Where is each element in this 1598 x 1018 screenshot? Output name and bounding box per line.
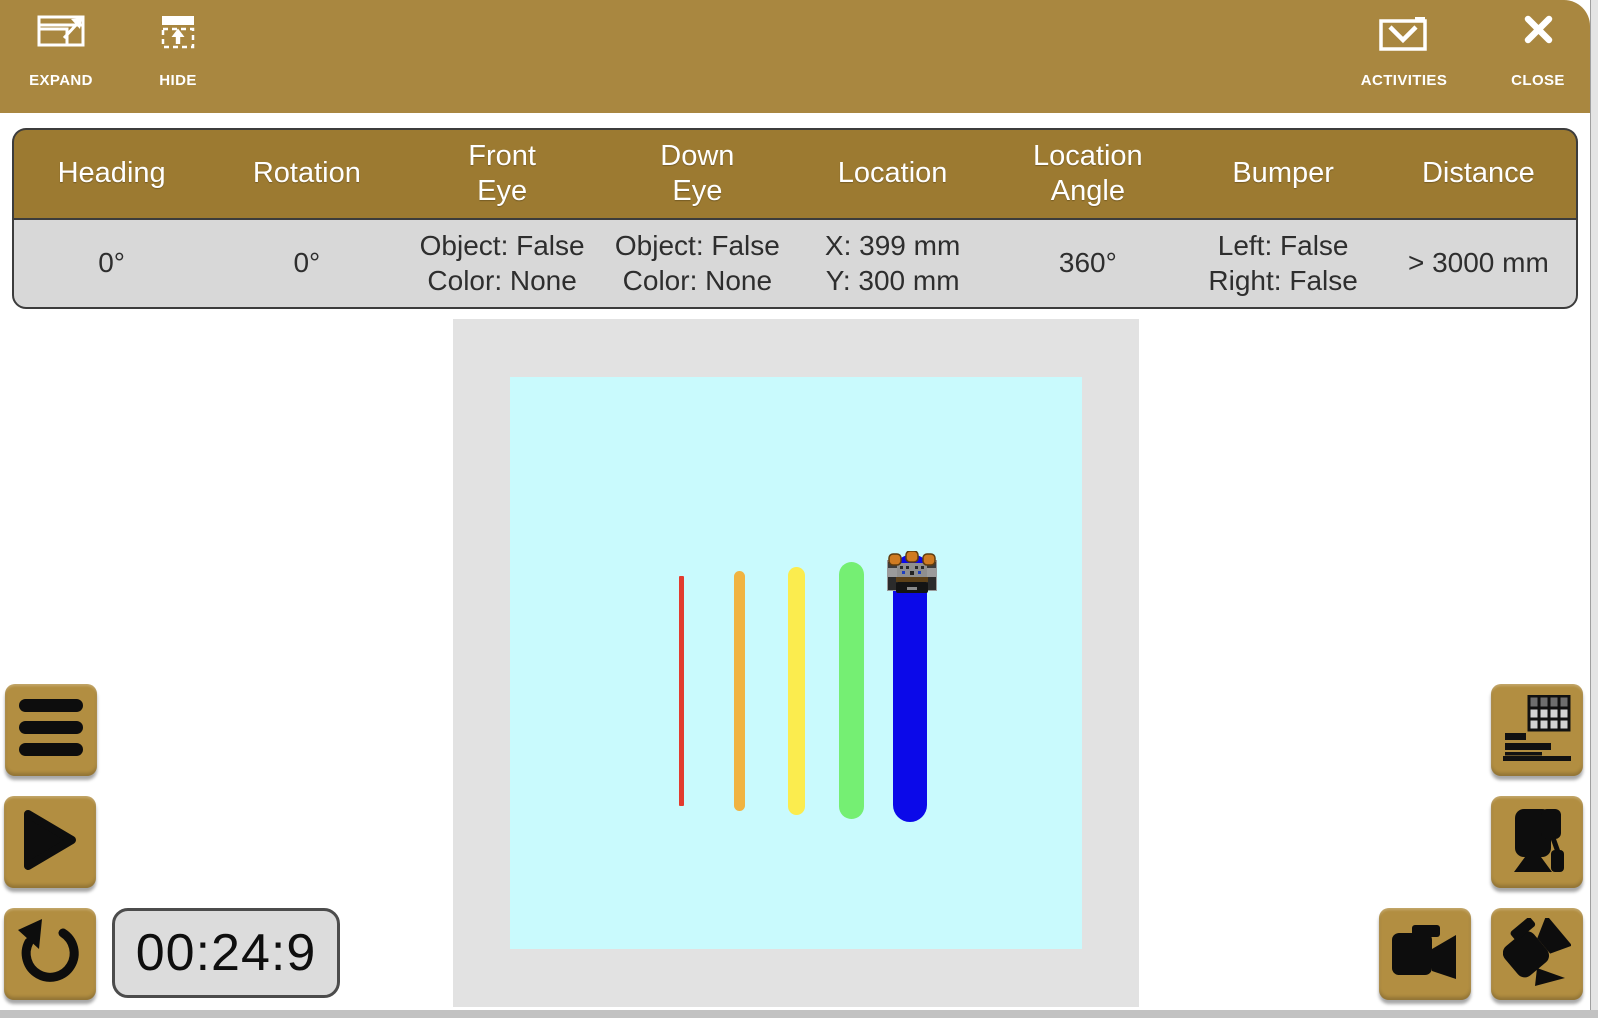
close-button[interactable]: CLOSE <box>1498 15 1578 89</box>
column-header-rotation: Rotation <box>209 130 404 218</box>
device-icon <box>1505 807 1569 878</box>
expand-button[interactable]: EXPAND <box>18 15 104 89</box>
hide-icon <box>161 15 195 54</box>
playground-container <box>453 319 1139 1007</box>
value-bumper: Left: False Right: False <box>1186 220 1381 307</box>
hide-button[interactable]: HIDE <box>135 15 221 89</box>
red-line <box>679 576 684 806</box>
play-button[interactable] <box>4 796 96 888</box>
tilted-camera-icon <box>1503 918 1571 991</box>
sensor-dashboard: Heading Rotation Front Eye Down Eye Loca… <box>12 128 1578 309</box>
column-header-location-angle: Location Angle <box>990 130 1185 218</box>
yellow-line <box>788 567 805 815</box>
expand-label: EXPAND <box>29 72 93 89</box>
expand-icon <box>37 15 85 53</box>
reset-button[interactable] <box>4 908 96 1000</box>
activities-label: ACTIVITIES <box>1361 72 1448 89</box>
menu-icon <box>19 699 83 762</box>
table-value-row: 0° 0° Object: False Color: None Object: … <box>12 218 1578 309</box>
value-rotation: 0° <box>209 220 404 307</box>
play-icon <box>22 808 78 877</box>
reset-icon <box>15 917 85 992</box>
value-front-eye: Object: False Color: None <box>405 220 600 307</box>
close-label: CLOSE <box>1511 72 1565 89</box>
scrollbar-track[interactable] <box>1590 0 1598 1010</box>
column-header-bumper: Bumper <box>1186 130 1381 218</box>
activities-icon <box>1379 15 1429 56</box>
value-location: X: 399 mm Y: 300 mm <box>795 220 990 307</box>
close-icon <box>1524 15 1553 49</box>
orange-line <box>734 571 745 811</box>
column-header-location: Location <box>795 130 990 218</box>
video-camera-icon <box>1392 923 1458 986</box>
column-header-front-eye: Front Eye <box>405 130 600 218</box>
value-distance: > 3000 mm <box>1381 220 1576 307</box>
playground-field <box>510 377 1082 949</box>
device-view-button[interactable] <box>1491 796 1583 888</box>
dashboard-table-icon <box>1503 695 1571 766</box>
camera-angle-button[interactable] <box>1491 908 1583 1000</box>
timer-display: 00:24:9 <box>112 908 340 998</box>
activities-button[interactable]: ACTIVITIES <box>1347 15 1461 89</box>
column-header-heading: Heading <box>14 130 209 218</box>
topbar: EXPAND HIDE ACTIVITIES <box>0 0 1590 113</box>
sensor-dashboard-toggle-button[interactable] <box>1491 684 1583 776</box>
value-location-angle: 360° <box>990 220 1185 307</box>
robot <box>887 551 937 597</box>
menu-button[interactable] <box>5 684 97 776</box>
hide-label: HIDE <box>159 72 196 89</box>
column-header-distance: Distance <box>1381 130 1576 218</box>
column-header-down-eye: Down Eye <box>600 130 795 218</box>
green-line <box>839 562 864 819</box>
value-down-eye: Object: False Color: None <box>600 220 795 307</box>
camera-view-button[interactable] <box>1379 908 1471 1000</box>
vexcode-vr-window: EXPAND HIDE ACTIVITIES <box>0 0 1590 1010</box>
value-heading: 0° <box>14 220 209 307</box>
table-header-row: Heading Rotation Front Eye Down Eye Loca… <box>12 128 1578 218</box>
